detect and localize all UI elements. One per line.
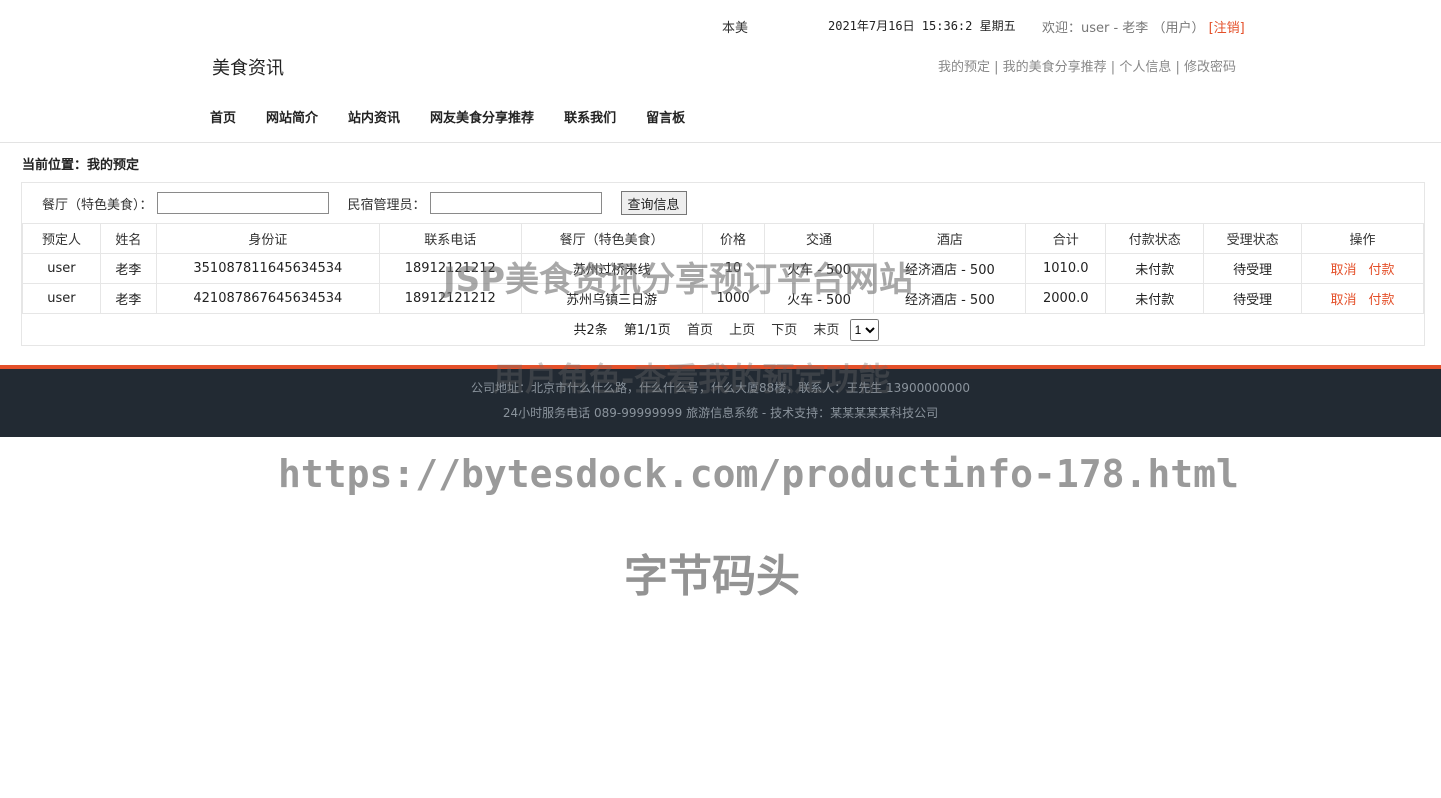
my-recommend-link[interactable]: 我的美食分享推荐 [1003, 60, 1107, 75]
table-header-row: 预定人 姓名 身份证 联系电话 餐厅（特色美食） 价格 交通 酒店 合计 付款状… [22, 223, 1424, 254]
cell-restaurant: 苏州过桥米线 [520, 253, 703, 284]
first-page-link[interactable]: 首页 [687, 323, 713, 338]
restaurant-label: 餐厅（特色美食）： [42, 197, 153, 213]
header-divider [0, 142, 1441, 143]
cell-actions: 取消 付款 [1301, 253, 1424, 284]
pay-link[interactable]: 付款 [1369, 263, 1395, 278]
table-row: user 老李 351087811645634534 18912121212 苏… [22, 253, 1424, 284]
total-count: 共2条 [573, 323, 608, 338]
cell-name: 老李 [99, 253, 157, 284]
last-page-link[interactable]: 末页 [813, 323, 839, 338]
col-id-card: 身份证 [155, 223, 380, 254]
search-button[interactable]: 查询信息 [620, 191, 687, 215]
manager-input[interactable] [429, 192, 602, 214]
prev-page-link[interactable]: 上页 [729, 323, 755, 338]
cell-name: 老李 [99, 283, 157, 314]
search-form: 餐厅（特色美食）： 民宿管理员： 查询信息 [42, 191, 687, 215]
cell-booker: user [22, 253, 101, 284]
col-pay-status: 付款状态 [1105, 223, 1205, 254]
cancel-link[interactable]: 取消 [1331, 263, 1357, 278]
page-info: 第1/1页 [623, 323, 671, 338]
page-select[interactable]: 1 [849, 319, 879, 341]
welcome-label: 欢迎：user - 老李 （用户） [1042, 21, 1205, 36]
site-brand: 美食资讯 [212, 58, 284, 79]
footer-service: 24小时服务电话 089-99999999 旅游信息系统 - 技术支持：某某某某… [502, 406, 939, 420]
nav-guestbook[interactable]: 留言板 [646, 107, 685, 126]
table-row: user 老李 421087867645634534 18912121212 苏… [22, 283, 1424, 314]
cell-accept-status: 待受理 [1203, 253, 1303, 284]
main-nav: 首页 网站简介 站内资讯 网友美食分享推荐 联系我们 留言板 [210, 107, 685, 126]
nav-home[interactable]: 首页 [210, 107, 236, 126]
col-phone: 联系电话 [378, 223, 522, 254]
logout-link[interactable]: [注销] [1209, 21, 1245, 36]
booking-table: 预定人 姓名 身份证 联系电话 餐厅（特色美食） 价格 交通 酒店 合计 付款状… [22, 223, 1424, 346]
cell-price: 1000 [701, 283, 765, 314]
cell-pay-status: 未付款 [1105, 283, 1205, 314]
col-total: 合计 [1025, 223, 1107, 254]
cell-booker: user [22, 283, 101, 314]
cell-total: 2000.0 [1025, 283, 1107, 314]
footer-address: 公司地址：北京市什么什么路，什么什么号，什么大厦88楼，联系人：王先生 1390… [470, 381, 971, 395]
my-booking-link[interactable]: 我的预定 [938, 60, 990, 75]
col-price: 价格 [701, 223, 765, 254]
cell-id-card: 421087867645634534 [155, 283, 380, 314]
cell-accept-status: 待受理 [1203, 283, 1303, 314]
pagination: 共2条 第1/1页 首页 上页 下页 末页 1 [23, 314, 1424, 347]
welcome-text: 欢迎：user - 老李 （用户） [注销] [1042, 17, 1245, 36]
nav-contact[interactable]: 联系我们 [564, 107, 616, 126]
cancel-link[interactable]: 取消 [1331, 293, 1357, 308]
cell-transport: 火车 - 500 [763, 283, 875, 314]
booking-panel: 餐厅（特色美食）： 民宿管理员： 查询信息 预定人 姓名 身份证 联系电话 餐厅… [21, 182, 1425, 346]
marquee-text: 本美 [722, 21, 749, 36]
clock: 2021年7月16日 15:36:2 星期五 [828, 19, 1016, 33]
footer: 公司地址：北京市什么什么路，什么什么号，什么大厦88楼，联系人：王先生 1390… [0, 365, 1441, 437]
col-hotel: 酒店 [873, 223, 1027, 254]
col-restaurant: 餐厅（特色美食） [520, 223, 703, 254]
cell-phone: 18912121212 [378, 283, 522, 314]
cell-price: 10 [701, 253, 765, 284]
cell-hotel: 经济酒店 - 500 [873, 253, 1027, 284]
next-page-link[interactable]: 下页 [771, 323, 797, 338]
nav-recommend[interactable]: 网友美食分享推荐 [430, 107, 534, 126]
watermark-brand: 字节码头 [624, 551, 800, 602]
manager-label: 民宿管理员： [347, 197, 426, 213]
user-links: 我的预定 | 我的美食分享推荐 | 个人信息 | 修改密码 [937, 60, 1236, 75]
cell-phone: 18912121212 [378, 253, 522, 284]
col-accept-status: 受理状态 [1203, 223, 1303, 254]
cell-actions: 取消 付款 [1301, 283, 1424, 314]
cell-transport: 火车 - 500 [763, 253, 875, 284]
pay-link[interactable]: 付款 [1369, 293, 1395, 308]
col-booker: 预定人 [22, 223, 101, 254]
nav-news[interactable]: 站内资讯 [348, 107, 400, 126]
watermark-url: https://bytesdock.com/productinfo-178.ht… [278, 452, 1239, 496]
col-transport: 交通 [763, 223, 875, 254]
profile-link[interactable]: 个人信息 [1119, 60, 1171, 75]
col-actions: 操作 [1301, 223, 1424, 254]
cell-pay-status: 未付款 [1105, 253, 1205, 284]
col-name: 姓名 [99, 223, 157, 254]
restaurant-input[interactable] [156, 192, 329, 214]
cell-hotel: 经济酒店 - 500 [873, 283, 1027, 314]
nav-about[interactable]: 网站简介 [266, 107, 318, 126]
change-password-link[interactable]: 修改密码 [1184, 60, 1236, 75]
breadcrumb: 当前位置：我的预定 [22, 158, 140, 173]
cell-id-card: 351087811645634534 [155, 253, 380, 284]
top-bar: 本美 2021年7月16日 15:36:2 星期五 欢迎：user - 老李 （… [0, 17, 1441, 36]
cell-total: 1010.0 [1025, 253, 1107, 284]
pagination-row: 共2条 第1/1页 首页 上页 下页 末页 1 [23, 314, 1424, 347]
cell-restaurant: 苏州乌镇三日游 [520, 283, 703, 314]
